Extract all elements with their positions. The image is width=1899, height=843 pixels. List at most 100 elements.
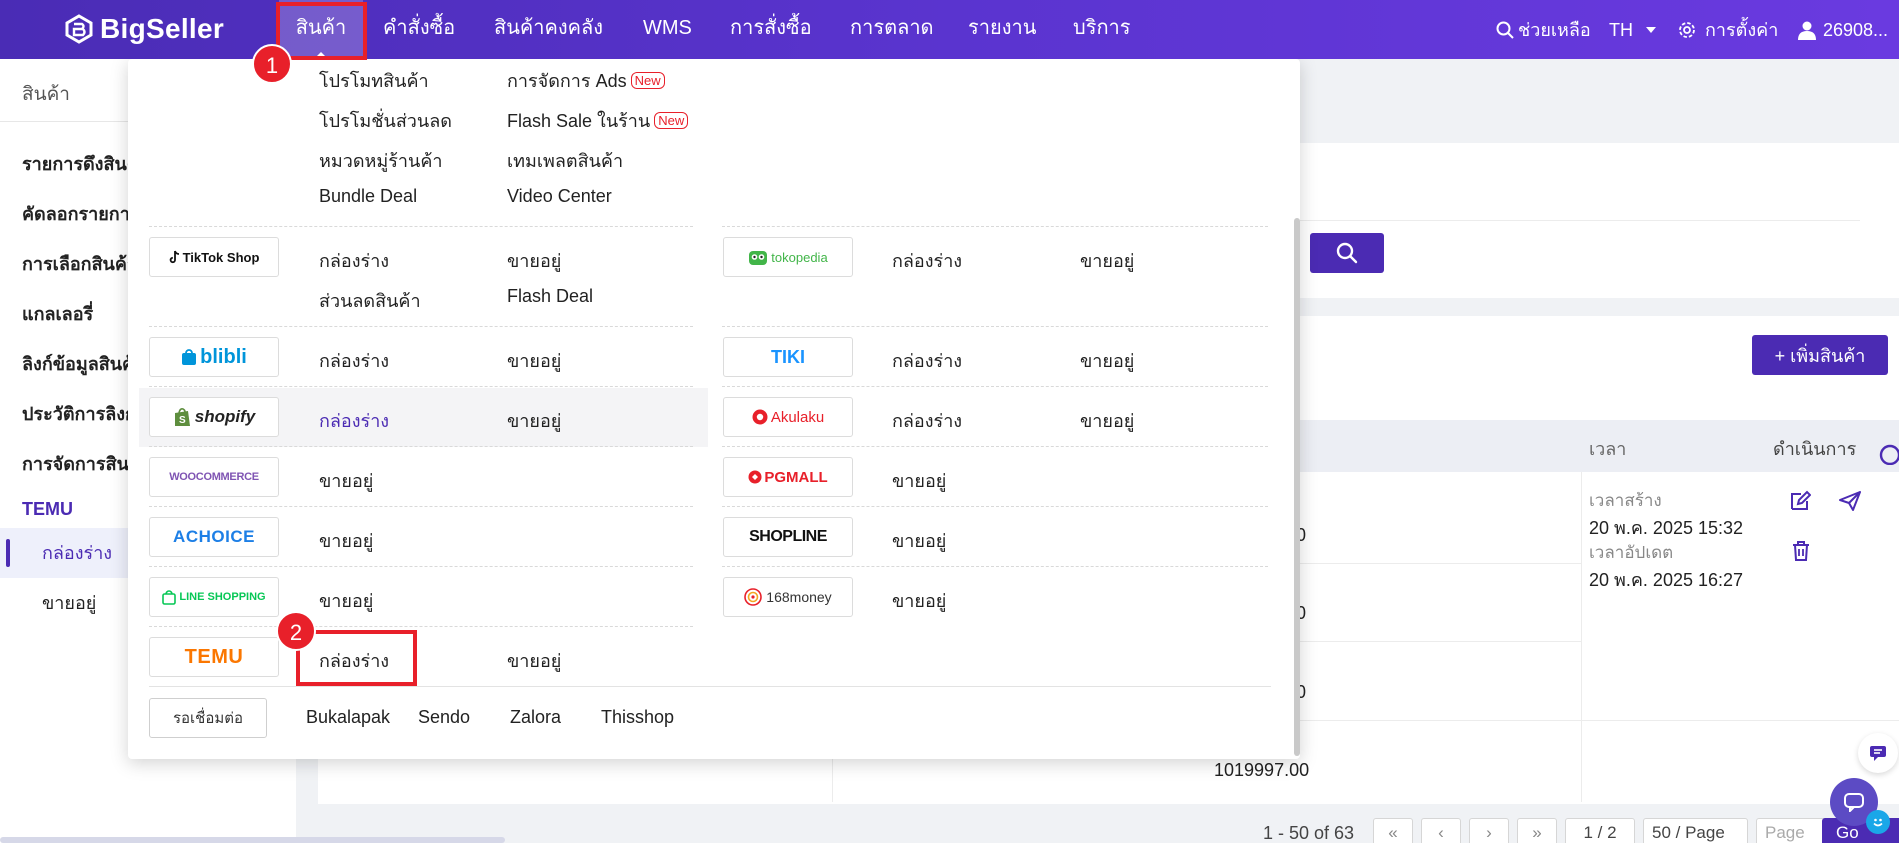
- temu-live-link[interactable]: ขายอยู่: [507, 646, 561, 675]
- pending-platform-zalora[interactable]: Zalora: [510, 707, 561, 728]
- user-account[interactable]: 26908...: [1797, 0, 1888, 59]
- logo-text: TIKI: [771, 346, 805, 367]
- menu-link-product-template[interactable]: เทมเพลตสินค้า: [507, 146, 623, 175]
- pending-connection-button[interactable]: รอเชื่อมต่อ: [149, 698, 267, 738]
- publish-icon[interactable]: [1838, 490, 1862, 512]
- add-product-button[interactable]: + เพิ่มสินค้า: [1752, 335, 1888, 375]
- mega-menu-scrollbar[interactable]: [1294, 218, 1300, 756]
- shopify-live-link[interactable]: ขายอยู่: [507, 406, 561, 435]
- step-marker-1: 1: [252, 44, 292, 84]
- blibli-drafts-link[interactable]: กล่องร่าง: [319, 346, 389, 375]
- blibli-live-link[interactable]: ขายอยู่: [507, 346, 561, 375]
- tiktok-live-link[interactable]: ขายอยู่: [507, 246, 561, 275]
- tiki-drafts-link[interactable]: กล่องร่าง: [892, 346, 962, 375]
- pgmall-live-link[interactable]: ขายอยู่: [892, 466, 946, 495]
- logo-text: 168money: [766, 589, 832, 605]
- tiktok-product-discount-link[interactable]: ส่วนลดสินค้า: [319, 286, 421, 315]
- woocommerce-live-link[interactable]: ขายอยู่: [319, 466, 373, 495]
- tokopedia-live-link[interactable]: ขายอยู่: [1080, 246, 1134, 275]
- nav-marketing[interactable]: การตลาด: [850, 0, 934, 59]
- next-page-button[interactable]: ›: [1469, 818, 1509, 843]
- menu-link-promote-product[interactable]: โปรโมทสินค้า: [319, 66, 429, 95]
- sidebar-item-pull-list[interactable]: รายการดึงสินค้: [22, 149, 139, 178]
- settings-link[interactable]: การตั้งค่า: [1677, 0, 1778, 59]
- nav-purchase[interactable]: การสั่งซื้อ: [730, 0, 812, 59]
- gear-icon: [1679, 21, 1695, 38]
- tiktok-drafts-link[interactable]: กล่องร่าง: [319, 246, 389, 275]
- page-size-select[interactable]: 50 / Page ⌄: [1643, 818, 1748, 843]
- help-link[interactable]: ช่วยเหลือ: [1496, 0, 1591, 59]
- shopify-drafts-link[interactable]: กล่องร่าง: [319, 406, 389, 435]
- sidebar-item-temu[interactable]: TEMU: [22, 499, 73, 520]
- line-shopping-live-link[interactable]: ขายอยู่: [319, 586, 373, 615]
- tokopedia-drafts-link[interactable]: กล่องร่าง: [892, 246, 962, 275]
- settings-label: การตั้งค่า: [1705, 19, 1779, 40]
- language-label: TH: [1609, 19, 1633, 40]
- last-page-button[interactable]: »: [1517, 818, 1557, 843]
- nav-wms[interactable]: WMS: [643, 0, 692, 59]
- pagination-range: 1 - 50 of 63: [1263, 823, 1355, 843]
- feedback-float-button[interactable]: [1858, 733, 1898, 773]
- akulaku-drafts-link[interactable]: กล่องร่าง: [892, 406, 962, 435]
- new-badge: New: [654, 112, 689, 129]
- logo-text: blibli: [200, 345, 247, 368]
- menu-separator: [149, 446, 693, 447]
- nav-reports[interactable]: รายงาน: [968, 0, 1036, 59]
- horizontal-scrollbar[interactable]: [0, 837, 505, 843]
- woocommerce-logo: WOOCOMMERCE: [149, 457, 279, 497]
- menu-separator: [722, 386, 1268, 387]
- tiki-logo: TIKI: [723, 337, 853, 377]
- filter-divider: [1300, 220, 1860, 221]
- menu-link-discount-promotion[interactable]: โปรโมชั่นส่วนลด: [319, 106, 452, 135]
- logo-text: WOOCOMMERCE: [169, 471, 259, 483]
- tiki-live-link[interactable]: ขายอยู่: [1080, 346, 1134, 375]
- 168money-logo: 168money: [723, 577, 853, 617]
- sidebar-item-gallery[interactable]: แกลเลอรี่: [22, 299, 93, 328]
- bigseller-logo[interactable]: BigSeller: [64, 12, 224, 46]
- logo-text: ACHOICE: [173, 527, 255, 546]
- akulaku-icon: [752, 409, 768, 425]
- nav-services[interactable]: บริการ: [1073, 0, 1131, 59]
- delete-icon[interactable]: [1791, 540, 1811, 562]
- updated-time-value: 20 พ.ค. 2025 16:27: [1589, 570, 1744, 590]
- 168money-live-link[interactable]: ขายอยู่: [892, 586, 946, 615]
- shopify-bag-icon: S: [174, 408, 190, 426]
- svg-text:S: S: [179, 415, 186, 426]
- prev-page-button[interactable]: ‹: [1421, 818, 1461, 843]
- akulaku-logo: Akulaku: [723, 397, 853, 437]
- bigseller-logo-icon: [65, 14, 93, 44]
- sidebar-item-link-history[interactable]: ประวัติการลิงก์: [22, 399, 136, 428]
- shopline-live-link[interactable]: ขายอยู่: [892, 526, 946, 555]
- nav-orders[interactable]: คำสั่งซื้อ: [383, 0, 455, 59]
- nav-inventory[interactable]: สินค้าคงคลัง: [494, 0, 603, 59]
- menu-link-ads-management[interactable]: การจัดการ Ads New: [507, 66, 665, 95]
- tiktok-flash-deal-link[interactable]: Flash Deal: [507, 286, 593, 307]
- menu-link-video-center[interactable]: Video Center: [507, 186, 612, 207]
- sidebar-item-product-link[interactable]: ลิงก์ข้อมูลสินค้: [22, 349, 134, 378]
- search-button[interactable]: [1310, 233, 1384, 273]
- achoice-live-link[interactable]: ขายอยู่: [319, 526, 373, 555]
- pending-platform-bukalapak[interactable]: Bukalapak: [306, 707, 390, 728]
- refresh-icon[interactable]: [1878, 444, 1899, 465]
- pending-platform-sendo[interactable]: Sendo: [418, 707, 470, 728]
- sidebar-item-product-selection[interactable]: การเลือกสินค้า: [22, 249, 137, 278]
- menu-link-label: Flash Sale ในร้าน: [507, 111, 651, 131]
- menu-separator: [722, 446, 1268, 447]
- menu-link-shop-category[interactable]: หมวดหมู่ร้านค้า: [319, 146, 443, 175]
- akulaku-live-link[interactable]: ขายอยู่: [1080, 406, 1134, 435]
- sidebar-item-product-management[interactable]: การจัดการสินค้: [22, 449, 141, 478]
- assistant-float-button[interactable]: [1866, 810, 1890, 834]
- first-page-button[interactable]: «: [1373, 818, 1413, 843]
- page-number-input[interactable]: Page: [1756, 818, 1826, 843]
- menu-separator: [722, 566, 1268, 567]
- step-marker-2: 2: [276, 611, 316, 651]
- logo-text: SHOPLINE: [749, 528, 827, 545]
- menu-link-flash-sale-store[interactable]: Flash Sale ในร้าน New: [507, 106, 689, 135]
- pgmall-icon: [748, 470, 762, 484]
- menu-link-bundle-deal[interactable]: Bundle Deal: [319, 186, 417, 207]
- pending-platform-thisshop[interactable]: Thisshop: [601, 707, 674, 728]
- language-selector[interactable]: TH: [1609, 0, 1661, 59]
- achoice-logo: ACHOICE: [149, 517, 279, 557]
- sidebar-item-copy-list[interactable]: คัดลอกรายการ: [22, 199, 139, 228]
- edit-icon[interactable]: [1789, 490, 1811, 512]
